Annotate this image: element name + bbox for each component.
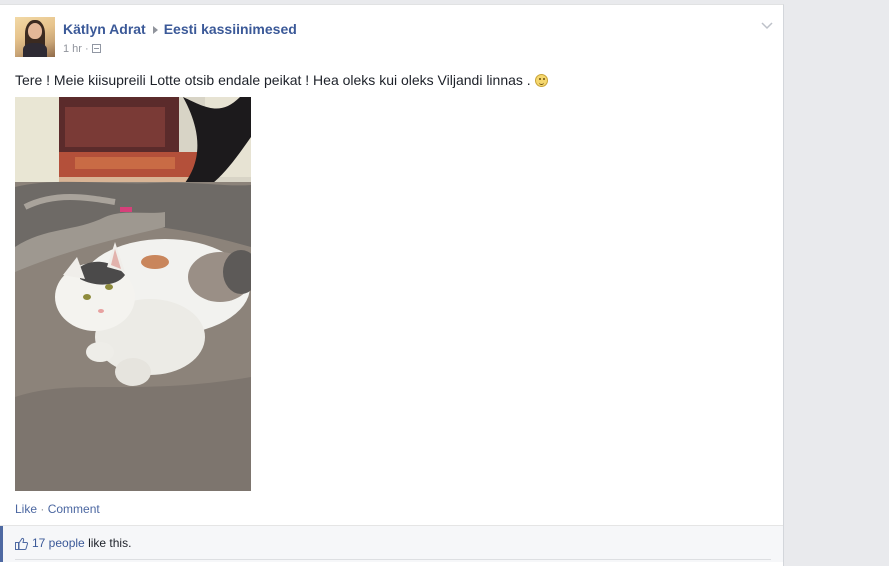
likes-accent-bar: [0, 526, 3, 562]
likes-summary: 17 people like this.: [0, 525, 783, 562]
likes-content: 17 people like this.: [15, 536, 131, 553]
meta-separator: ·: [84, 43, 89, 55]
author-name[interactable]: Kätlyn Adrat: [63, 21, 146, 37]
post-message: Tere ! Meie kiisupreili Lotte otsib enda…: [15, 72, 548, 88]
smiley-emoticon-icon: [534, 74, 548, 87]
timestamp[interactable]: 1 hr: [63, 43, 82, 55]
action-separator: ·: [40, 502, 45, 516]
story-meta: 1 hr ·: [63, 43, 101, 55]
post-actions: Like · Comment: [15, 502, 100, 516]
likes-count-link[interactable]: 17 people: [32, 536, 85, 550]
comment-link[interactable]: Comment: [48, 502, 100, 516]
author-avatar[interactable]: [15, 17, 55, 57]
cat-photo-icon: [15, 97, 251, 491]
feed-story: Kätlyn Adrat Eesti kassiinimesed 1 hr · Te…: [0, 4, 784, 566]
post-message-text: Tere ! Meie kiisupreili Lotte otsib enda…: [15, 72, 531, 88]
story-header: Kätlyn Adrat Eesti kassiinimesed: [63, 21, 297, 37]
chevron-down-icon[interactable]: [760, 19, 774, 33]
group-name[interactable]: Eesti kassiinimesed: [164, 21, 297, 37]
post-photo[interactable]: [15, 97, 251, 491]
divider: [15, 559, 771, 560]
likes-suffix: like this.: [88, 536, 132, 550]
arrow-right-icon: [152, 25, 158, 34]
thumbs-up-icon: [15, 537, 29, 553]
group-audience-icon[interactable]: [91, 44, 101, 53]
like-link[interactable]: Like: [15, 502, 37, 516]
